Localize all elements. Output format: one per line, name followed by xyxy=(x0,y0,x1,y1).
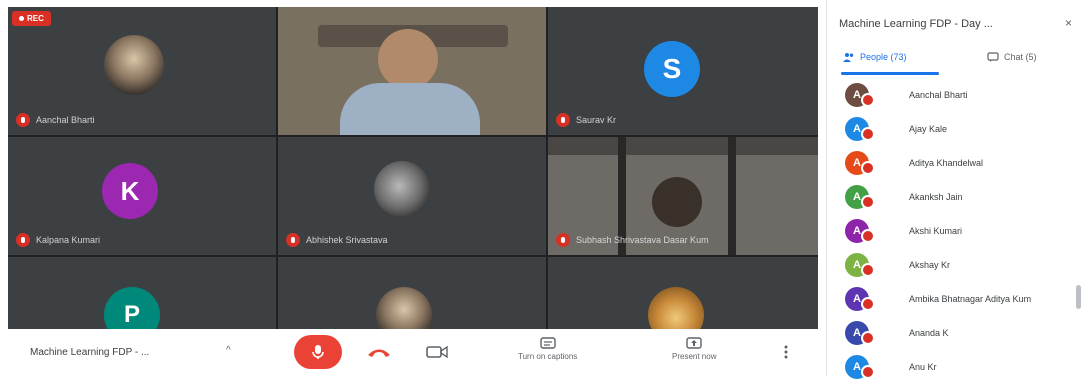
mic-off-icon xyxy=(861,365,875,379)
captions-button[interactable]: Turn on captions xyxy=(518,337,577,361)
participant-name: Ananda K xyxy=(909,328,949,338)
participant-list-item[interactable]: A Akanksh Jain xyxy=(845,180,1075,214)
participant-list-item[interactable]: A Aditya Khandelwal xyxy=(845,146,1075,180)
participant-tile[interactable] xyxy=(548,257,818,329)
close-icon[interactable]: × xyxy=(1065,16,1072,30)
panel-title: Machine Learning FDP - Day ... xyxy=(839,18,993,30)
presenter-video[interactable] xyxy=(278,7,546,135)
participant-photo xyxy=(376,287,432,329)
participant-name: Kalpana Kumari xyxy=(36,235,101,245)
participant-name: Akshi Kumari xyxy=(909,226,963,236)
video-grid: REC Aanchal Bharti S Saurav Kr K Kalpana… xyxy=(8,7,818,329)
participant-tile[interactable]: Abhishek Srivastava xyxy=(278,137,546,255)
participant-name: Anu Kr xyxy=(909,362,937,372)
participant-tile[interactable]: K Kalpana Kumari xyxy=(8,137,276,255)
participant-name: Ajay Kale xyxy=(909,124,948,134)
chat-icon xyxy=(987,52,999,62)
participant-tile[interactable] xyxy=(278,257,546,329)
participant-tile[interactable]: Aanchal Bharti xyxy=(8,7,276,135)
participant-tile[interactable]: S Saurav Kr xyxy=(548,7,818,135)
captions-icon xyxy=(539,337,556,349)
hang-up-icon xyxy=(368,349,390,357)
participant-avatar: S xyxy=(644,41,700,97)
camera-icon xyxy=(426,345,448,359)
mic-off-icon xyxy=(286,233,300,247)
people-panel: Machine Learning FDP - Day ... × People … xyxy=(826,0,1083,379)
participant-name: Akanksh Jain xyxy=(909,192,963,202)
participant-avatar: K xyxy=(102,163,158,219)
mic-off-icon xyxy=(16,113,30,127)
camera-toggle-button[interactable] xyxy=(414,337,460,367)
participant-list: A Aanchal Bharti A Ajay Kale A Aditya Khandel… xyxy=(845,78,1075,384)
participant-list-item[interactable]: A Aanchal Bharti xyxy=(845,78,1075,112)
participant-photo xyxy=(374,161,430,217)
mic-off-icon xyxy=(312,345,324,359)
mic-toggle-button[interactable] xyxy=(294,335,342,369)
tab-people[interactable]: People (73) xyxy=(843,52,907,62)
mic-off-icon xyxy=(556,113,570,127)
mic-off-icon xyxy=(861,161,875,175)
participant-list-item[interactable]: A Ajay Kale xyxy=(845,112,1075,146)
scrollbar[interactable] xyxy=(1076,285,1081,309)
mic-off-icon xyxy=(861,229,875,243)
mic-off-icon xyxy=(861,331,875,345)
participant-photo xyxy=(648,287,704,329)
mic-off-icon xyxy=(861,195,875,209)
participant-name: Aditya Khandelwal xyxy=(909,158,984,168)
tab-chat[interactable]: Chat (5) xyxy=(987,52,1037,62)
participant-video[interactable]: Subhash Shrivastava Dasar Kum xyxy=(548,137,818,255)
mic-off-icon xyxy=(16,233,30,247)
participant-name: Akshay Kr xyxy=(909,260,951,270)
participant-name: Aanchal Bharti xyxy=(36,115,95,125)
more-options-button[interactable] xyxy=(774,337,798,367)
participant-tile[interactable]: P xyxy=(8,257,276,329)
participant-photo xyxy=(104,35,164,95)
mic-off-icon xyxy=(861,263,875,277)
record-dot-icon xyxy=(19,16,24,21)
ceiling xyxy=(548,137,818,155)
participant-name: Subhash Shrivastava Dasar Kum xyxy=(576,235,709,245)
participant-name: Abhishek Srivastava xyxy=(306,235,388,245)
active-tab-indicator xyxy=(841,72,939,75)
meeting-controls-bar: Machine Learning FDP - ... ^ Turn on cap… xyxy=(8,329,818,376)
more-vert-icon xyxy=(784,345,788,359)
participant-name: Ambika Bhatnagar Aditya Kum xyxy=(909,294,1032,304)
participant-figure xyxy=(652,177,702,227)
people-icon xyxy=(843,53,854,62)
mic-off-icon xyxy=(861,297,875,311)
participant-name: Aanchal Bharti xyxy=(909,90,968,100)
leave-call-button[interactable] xyxy=(356,337,402,367)
participant-list-item[interactable]: A Ambika Bhatnagar Aditya Kum xyxy=(845,282,1075,316)
present-screen-icon xyxy=(686,337,702,349)
participant-list-item[interactable]: A Akshi Kumari xyxy=(845,214,1075,248)
participant-list-item[interactable]: A Anu Kr xyxy=(845,350,1075,384)
recording-badge: REC xyxy=(12,11,51,26)
participant-list-item[interactable]: A Akshay Kr xyxy=(845,248,1075,282)
presenter-shirt xyxy=(340,83,480,135)
present-now-button[interactable]: Present now xyxy=(672,337,716,361)
presenter-face xyxy=(378,29,438,89)
door-frame xyxy=(728,137,736,255)
chevron-up-icon[interactable]: ^ xyxy=(226,345,231,356)
participant-list-item[interactable]: A Ananda K xyxy=(845,316,1075,350)
mic-off-icon xyxy=(861,93,875,107)
participant-name: Saurav Kr xyxy=(576,115,617,125)
meeting-name[interactable]: Machine Learning FDP - ... xyxy=(30,347,149,358)
mic-off-icon xyxy=(861,127,875,141)
mic-off-icon xyxy=(556,233,570,247)
participant-avatar: P xyxy=(104,287,160,329)
